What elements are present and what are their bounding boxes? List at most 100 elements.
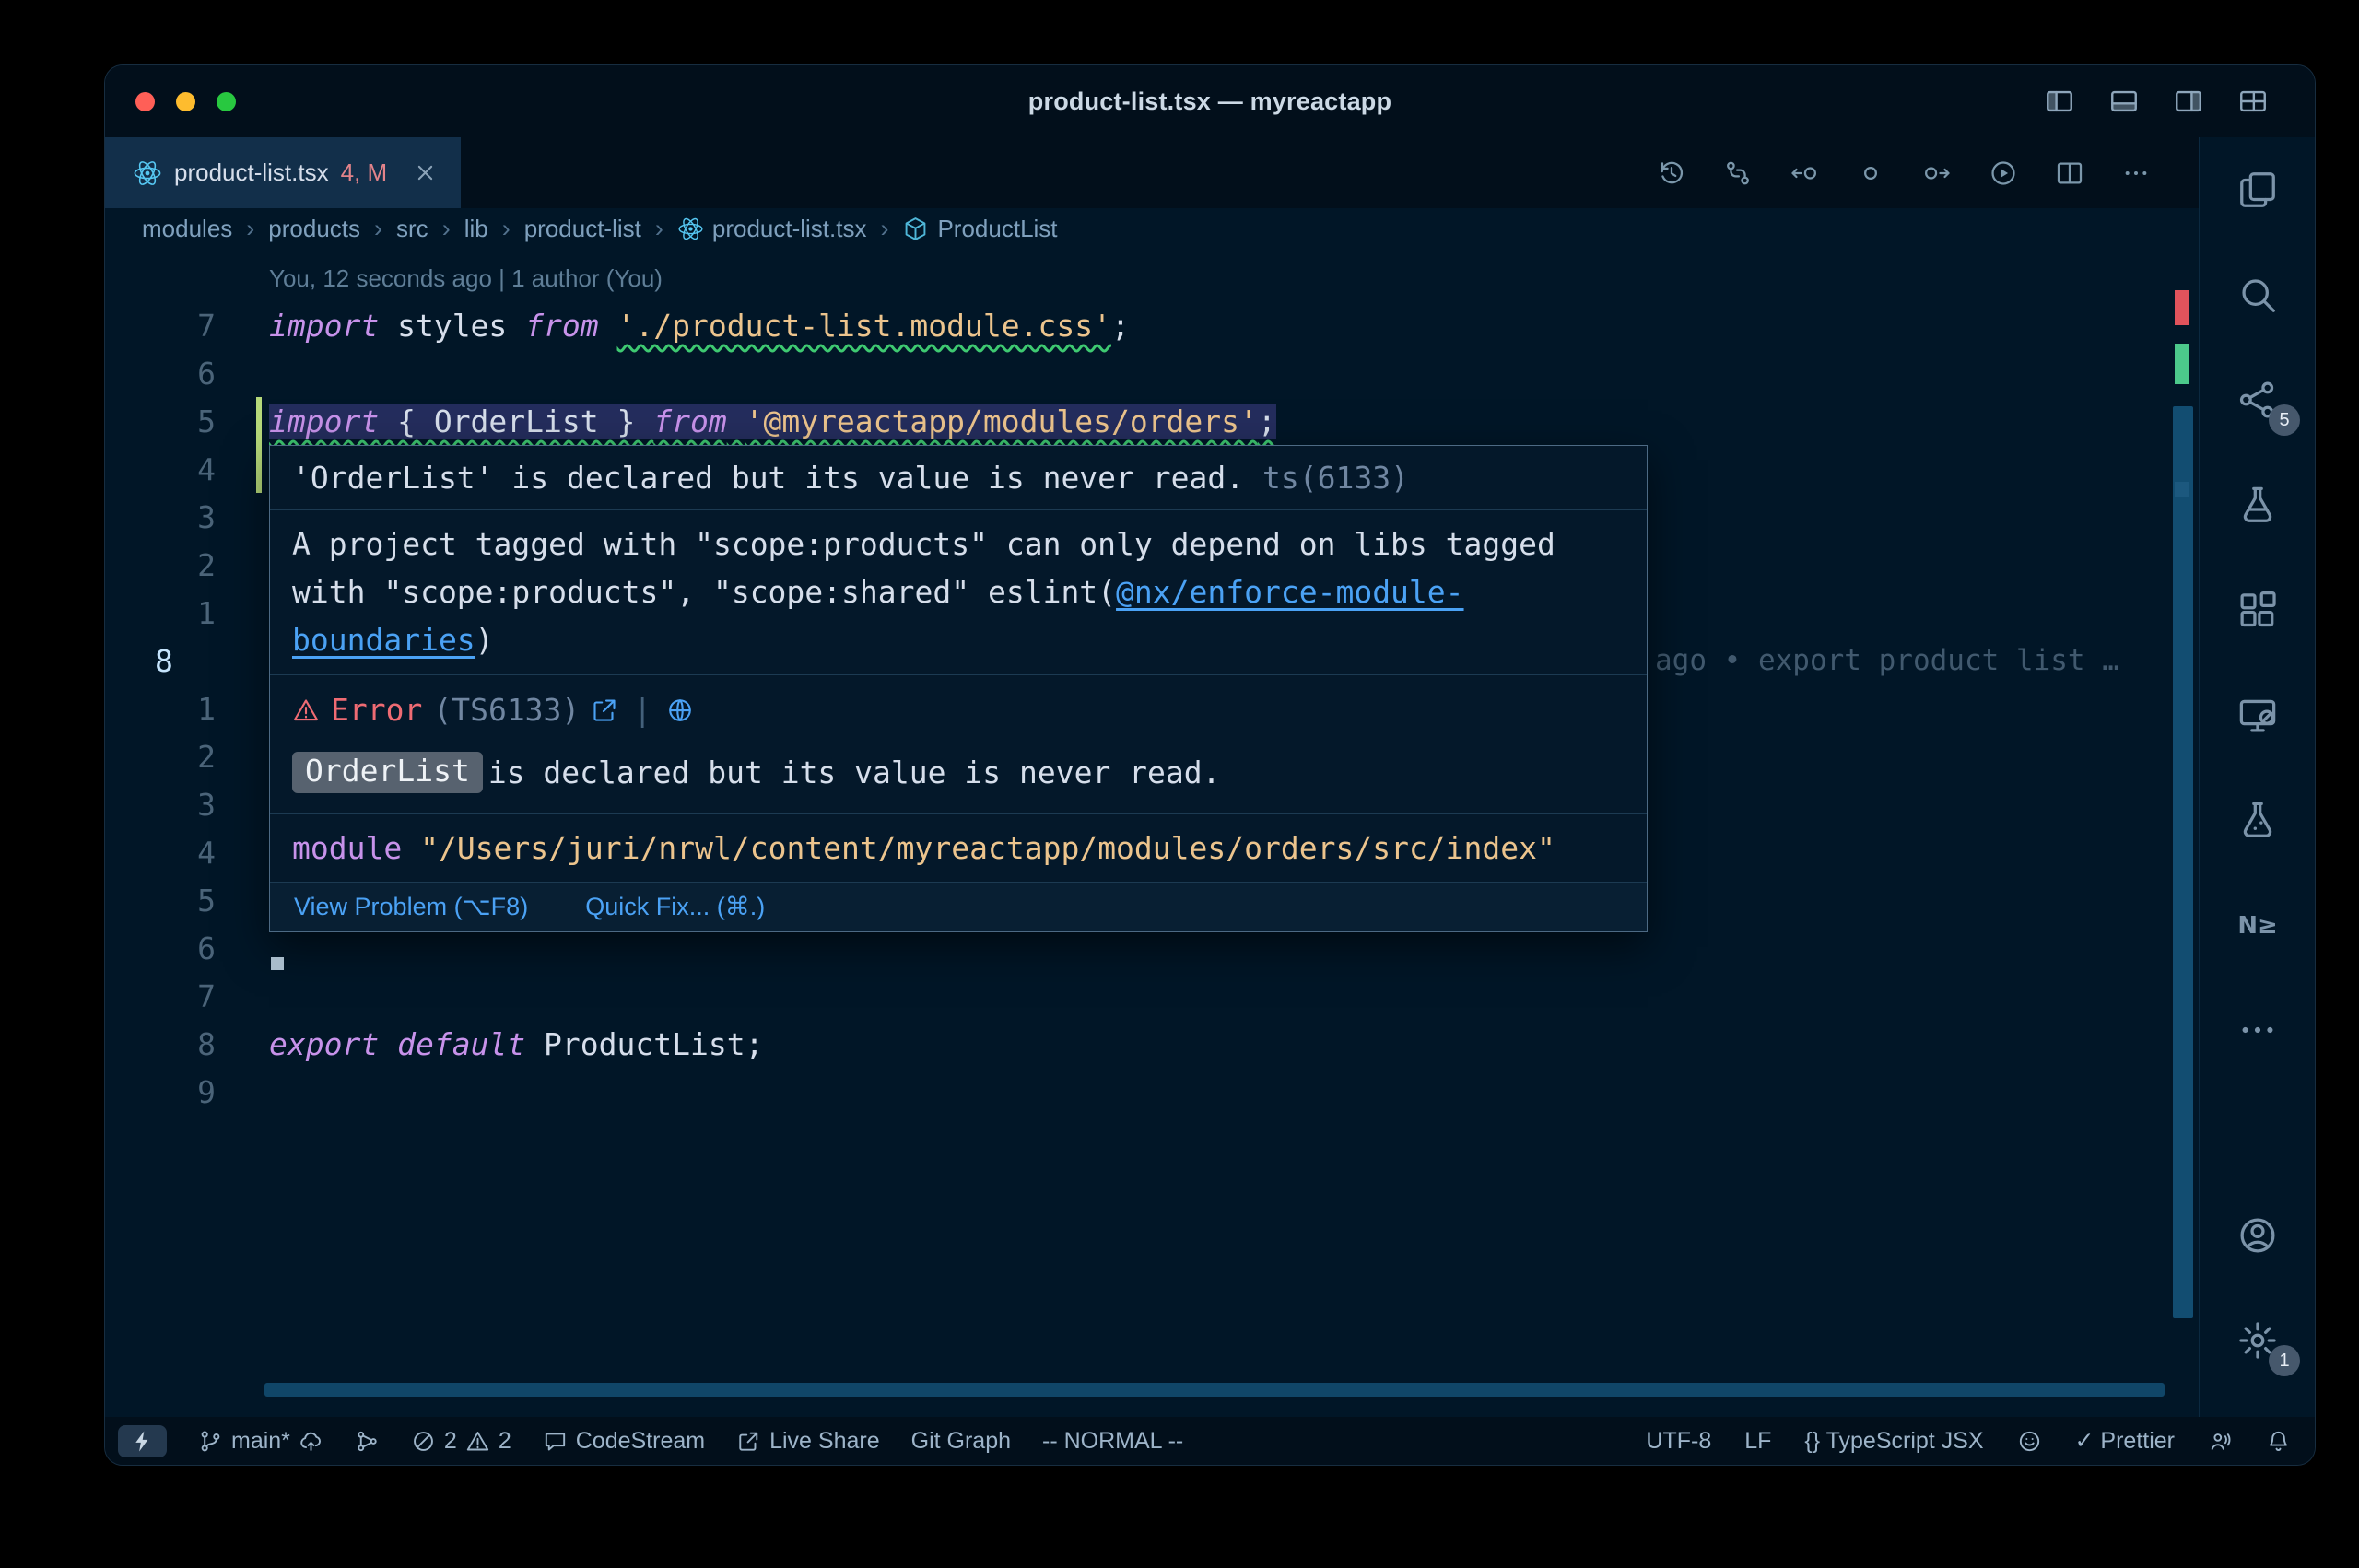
globe-icon[interactable] xyxy=(666,696,694,724)
status-notifications[interactable] xyxy=(2266,1429,2291,1454)
breadcrumb-item-products[interactable]: products xyxy=(268,215,360,243)
layout-controls xyxy=(2044,65,2269,137)
line-number-gutter[interactable]: 9 xyxy=(105,1074,269,1110)
line-number-gutter[interactable]: 2 xyxy=(105,547,269,583)
activity-settings[interactable]: 1 xyxy=(2200,1288,2315,1393)
status-encoding[interactable]: UTF-8 xyxy=(1646,1428,1711,1455)
minimize-window-button[interactable] xyxy=(176,92,195,111)
codelens-blame[interactable]: You, 12 seconds ago | 1 author (You) xyxy=(269,264,663,293)
line-number-gutter[interactable]: 6 xyxy=(105,930,269,966)
run-icon[interactable] xyxy=(1989,158,2018,188)
activity-accounts[interactable] xyxy=(2200,1183,2315,1288)
account-icon xyxy=(2236,1214,2279,1257)
line-number-gutter[interactable]: 7 xyxy=(105,978,269,1014)
line-number: 7 xyxy=(105,978,216,1014)
breadcrumb-item-modules[interactable]: modules xyxy=(142,215,232,243)
code-line[interactable]: 8export default ProductList; xyxy=(105,1020,2199,1068)
line-number-gutter[interactable]: 3 xyxy=(105,499,269,535)
line-number-gutter[interactable]: 8 xyxy=(105,643,269,679)
compare-icon[interactable] xyxy=(1723,158,1753,188)
code-line[interactable]: 9 xyxy=(105,1068,2199,1116)
view-problem-action[interactable]: View Problem (⌥F8) xyxy=(294,893,528,921)
activity-search[interactable] xyxy=(2200,242,2315,347)
status-problems[interactable]: 22 xyxy=(411,1428,511,1455)
line-number-gutter[interactable]: 4 xyxy=(105,835,269,871)
quick-fix-action[interactable]: Quick Fix... (⌘.) xyxy=(585,893,765,921)
line-number-gutter[interactable]: 2 xyxy=(105,739,269,775)
status-git-branch[interactable]: main* xyxy=(198,1428,323,1455)
horizontal-scrollbar[interactable] xyxy=(264,1383,2165,1397)
vertical-scrollbar[interactable] xyxy=(2173,406,2193,1318)
status-bar: main* 22 CodeStream Live Share Git Graph -- N… xyxy=(105,1417,2315,1465)
breadcrumb-item-product-list-tsx[interactable]: product-list.tsx xyxy=(677,215,867,243)
status-prettier[interactable]: ✓ Prettier xyxy=(2075,1427,2175,1455)
status-feedback[interactable] xyxy=(2017,1429,2042,1454)
hover-error-block: Error(TS6133) | OrderList is declared bu… xyxy=(270,674,1647,813)
code-line[interactable]: 6 xyxy=(105,349,2199,397)
activity-nx-console[interactable]: N≥ xyxy=(2200,872,2315,977)
previous-change-icon[interactable] xyxy=(1790,158,1819,188)
breadcrumb-item-src[interactable]: src xyxy=(396,215,428,243)
code-editor[interactable]: You, 12 seconds ago | 1 author (You) 7im… xyxy=(105,250,2199,1417)
breadcrumb-separator: › xyxy=(502,215,511,243)
line-number: 2 xyxy=(105,547,216,583)
activity-beaker-tools[interactable] xyxy=(2200,452,2315,557)
close-window-button[interactable] xyxy=(135,92,155,111)
tab-label: product-list.tsx xyxy=(174,158,329,187)
activity-more-views[interactable] xyxy=(2200,977,2315,1082)
activity-explorer[interactable] xyxy=(2200,137,2315,242)
line-number-gutter[interactable]: 4 xyxy=(105,451,269,487)
line-number-gutter[interactable]: 7 xyxy=(105,308,269,344)
status-git-graph[interactable]: Git Graph xyxy=(911,1428,1011,1455)
open-external-icon[interactable] xyxy=(591,696,618,724)
hover-resize-handle[interactable] xyxy=(271,957,284,970)
layout-sidebar-right-icon[interactable] xyxy=(2173,86,2204,117)
status-commit-graph[interactable] xyxy=(355,1429,380,1454)
layout-grid-icon[interactable] xyxy=(2237,86,2269,117)
status-vim-mode[interactable]: -- NORMAL -- xyxy=(1042,1428,1183,1455)
hover-separator: | xyxy=(633,692,651,728)
hover-eslint-message: A project tagged with "scope:products" c… xyxy=(270,509,1647,674)
breadcrumb-item-lib[interactable]: lib xyxy=(464,215,488,243)
status-language-mode[interactable]: {} TypeScript JSX xyxy=(1804,1428,1983,1455)
error-hover-tooltip: 'OrderList' is declared but its value is… xyxy=(269,445,1648,932)
more-actions-icon[interactable] xyxy=(2121,158,2151,188)
zoom-window-button[interactable] xyxy=(217,92,236,111)
status-eol[interactable]: LF xyxy=(1744,1428,1771,1455)
split-editor-icon[interactable] xyxy=(2055,158,2084,188)
git-blame-hint: ago • export product list … xyxy=(1655,637,2119,685)
line-number-gutter[interactable]: 3 xyxy=(105,787,269,823)
tab-product-list[interactable]: product-list.tsx4, M xyxy=(105,137,461,208)
line-number-gutter[interactable]: 6 xyxy=(105,356,269,392)
activity-extensions[interactable] xyxy=(2200,557,2315,662)
tab-bar: product-list.tsx4, M xyxy=(105,137,2199,208)
react-icon xyxy=(677,216,704,242)
editor-actions xyxy=(1657,137,2199,208)
line-number-gutter[interactable]: 5 xyxy=(105,404,269,439)
window-controls xyxy=(135,65,236,137)
layout-panel-icon[interactable] xyxy=(2108,86,2140,117)
status-accessibility[interactable] xyxy=(2208,1429,2233,1454)
activity-source-graph[interactable]: 5 xyxy=(2200,347,2315,452)
history-icon[interactable] xyxy=(1657,158,1686,188)
line-number-gutter[interactable]: 1 xyxy=(105,691,269,727)
next-change-icon[interactable] xyxy=(1922,158,1952,188)
code-line[interactable]: 5import { OrderList } from '@myreactapp/… xyxy=(105,397,2199,445)
status-codestream[interactable]: CodeStream xyxy=(543,1428,705,1455)
status-remote-indicator[interactable] xyxy=(118,1425,167,1457)
line-number-gutter[interactable]: 8 xyxy=(105,1026,269,1062)
breadcrumb-item-productlist[interactable]: ProductList xyxy=(902,215,1057,243)
line-number: 4 xyxy=(105,451,216,487)
line-number-gutter[interactable]: 1 xyxy=(105,595,269,631)
layout-sidebar-icon[interactable] xyxy=(2044,86,2075,117)
activity-testing[interactable] xyxy=(2200,767,2315,872)
breadcrumb-item-product-list[interactable]: product-list xyxy=(524,215,641,243)
current-change-icon[interactable] xyxy=(1856,158,1885,188)
overview-error-marker xyxy=(2175,290,2189,325)
code-line[interactable]: 7import styles from './product-list.modu… xyxy=(105,301,2199,349)
code-line[interactable]: 7 xyxy=(105,972,2199,1020)
status-live-share[interactable]: Live Share xyxy=(736,1428,880,1455)
activity-remote-explorer[interactable] xyxy=(2200,662,2315,767)
line-number-gutter[interactable]: 5 xyxy=(105,883,269,919)
close-tab-icon[interactable] xyxy=(412,159,439,186)
